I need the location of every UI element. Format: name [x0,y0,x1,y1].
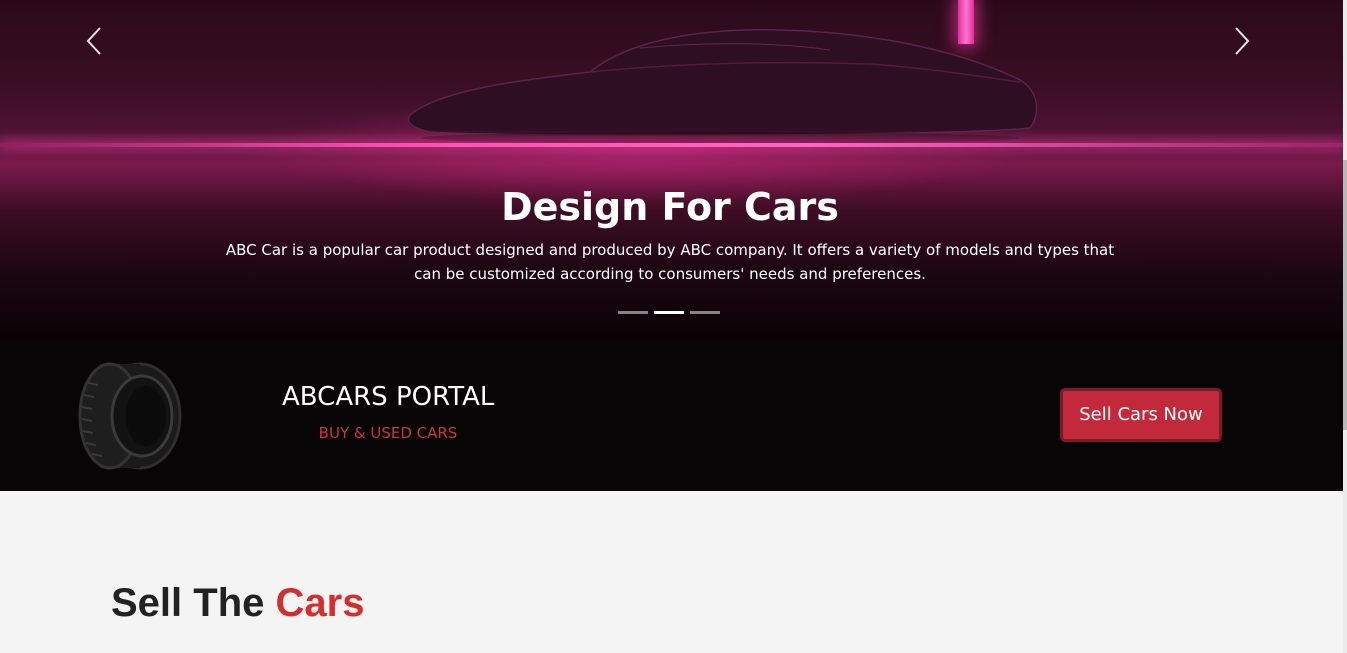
chevron-right-icon [1235,27,1250,55]
section-title: Sell The Cars [111,578,364,628]
tire-icon [78,362,182,470]
covered-car-image [407,29,1038,144]
carousel-next-button[interactable] [1226,26,1256,56]
carousel-prev-button[interactable] [80,26,110,56]
hero-carousel: Design For Cars ABC Car is a popular car… [0,0,1343,341]
carousel-indicator-3[interactable] [690,311,720,314]
portal-title: ABCARS PORTAL [282,382,495,412]
hero-title: Design For Cars [501,185,839,229]
carousel-caption: Design For Cars ABC Car is a popular car… [180,180,1160,286]
chevron-left-icon [86,27,101,55]
carousel-indicator-2[interactable] [654,311,684,314]
carousel-indicators [618,311,720,314]
sell-cars-now-button[interactable]: Sell Cars Now [1060,388,1222,442]
neon-floor-line [0,143,1343,147]
section-title-main: Sell The [111,581,265,625]
portal-subtitle: BUY & USED CARS [318,424,458,442]
section-title-accent: Cars [275,581,365,625]
page-scrollbar-thumb[interactable] [1343,160,1347,430]
hero-description: ABC Car is a popular car product designe… [225,241,1115,283]
carousel-indicator-1[interactable] [618,311,648,314]
portal-banner: ABCARS PORTAL BUY & USED CARS Sell Cars … [0,341,1343,491]
